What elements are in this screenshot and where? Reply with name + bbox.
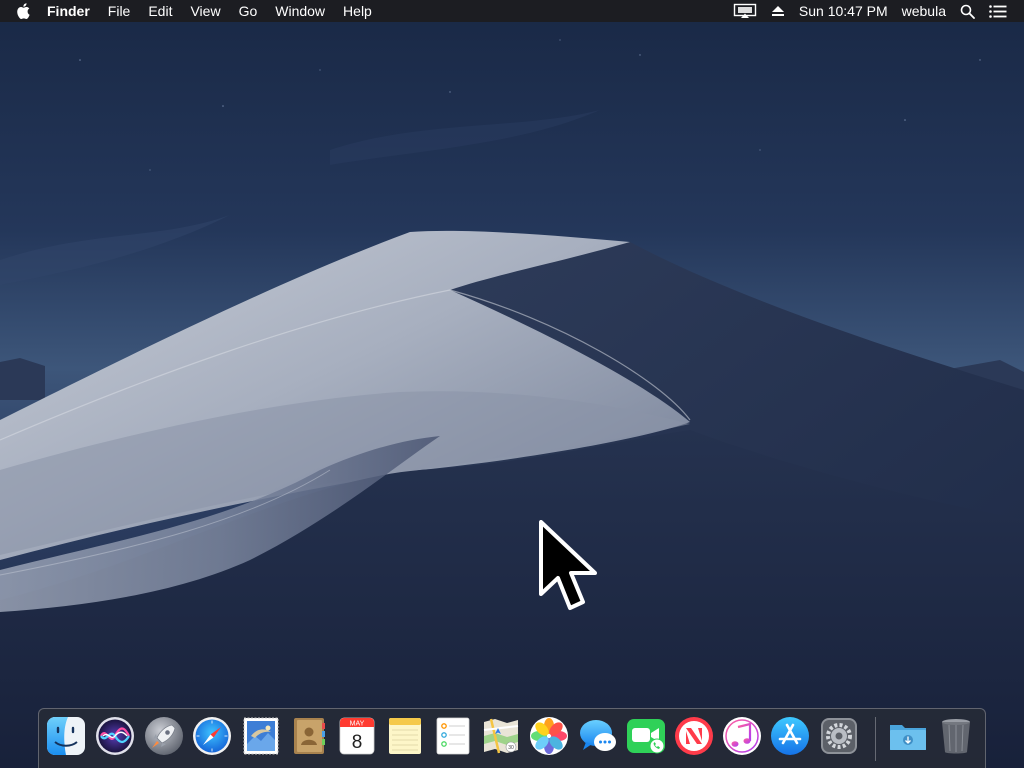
calendar-month: MAY: [350, 721, 365, 728]
dock-news[interactable]: [674, 716, 714, 756]
dock-calendar[interactable]: MAY 8: [337, 716, 377, 756]
dock-itunes[interactable]: [722, 716, 762, 756]
menu-go[interactable]: Go: [230, 0, 267, 22]
reminders-list-icon: [436, 717, 470, 755]
calendar-icon: MAY 8: [339, 717, 375, 755]
photos-flower-icon: [530, 717, 568, 755]
dock-launchpad[interactable]: [144, 716, 184, 756]
dock-mail[interactable]: [241, 716, 281, 756]
menu-help[interactable]: Help: [334, 0, 381, 22]
dock-maps[interactable]: 30: [481, 716, 521, 756]
menu-edit[interactable]: Edit: [139, 0, 181, 22]
menu-clock[interactable]: Sun 10:47 PM: [792, 0, 895, 22]
menu-bar: Finder File Edit View Go Window Help Sun…: [0, 0, 1024, 22]
dock-finder[interactable]: [46, 716, 86, 756]
dock-photos[interactable]: [529, 716, 569, 756]
dock-reminders[interactable]: [433, 716, 473, 756]
dock-app-store[interactable]: [770, 716, 810, 756]
dock-messages[interactable]: [578, 716, 618, 756]
app-store-icon: [771, 717, 809, 755]
menu-window[interactable]: Window: [266, 0, 334, 22]
dock-notes[interactable]: [385, 716, 425, 756]
messages-bubble-icon: [580, 720, 616, 751]
safari-compass-icon: [193, 717, 231, 755]
siri-icon: [96, 717, 134, 755]
menu-app-finder[interactable]: Finder: [38, 0, 99, 22]
facetime-camera-icon: [627, 719, 665, 754]
spotlight-search-icon[interactable]: [953, 4, 982, 19]
notes-icon: [389, 718, 421, 754]
dock-trash[interactable]: [936, 716, 976, 756]
mouse-cursor-icon: [539, 520, 597, 610]
desktop[interactable]: Finder File Edit View Go Window Help Sun…: [0, 0, 1024, 768]
dock-siri[interactable]: [95, 716, 135, 756]
finder-icon: [47, 717, 85, 755]
menu-view[interactable]: View: [181, 0, 229, 22]
dock-divider: [875, 717, 876, 761]
svg-text:30: 30: [508, 745, 514, 751]
dock-downloads-folder[interactable]: [888, 716, 928, 756]
notification-center-icon[interactable]: [982, 4, 1014, 18]
dock-contacts[interactable]: [289, 716, 329, 756]
itunes-music-note-icon: [723, 717, 761, 755]
dock: MAY 8 30: [38, 708, 986, 768]
downloads-folder-icon: [890, 725, 926, 750]
dock-facetime[interactable]: [626, 716, 666, 756]
desktop-wallpaper: [0, 0, 1024, 768]
apple-menu-icon[interactable]: [16, 2, 32, 20]
eject-icon[interactable]: [764, 5, 792, 17]
launchpad-rocket-icon: [145, 717, 183, 755]
maps-icon: 30: [483, 718, 519, 754]
news-icon: [675, 717, 713, 755]
menu-user[interactable]: webula: [895, 0, 953, 22]
dock-system-preferences[interactable]: [819, 716, 859, 756]
mail-stamp-icon: [243, 717, 279, 755]
menu-file[interactable]: File: [99, 0, 140, 22]
calendar-day: 8: [352, 732, 363, 753]
system-preferences-gear-icon: [821, 718, 857, 754]
trash-icon: [942, 719, 970, 754]
dock-safari[interactable]: [192, 716, 232, 756]
contacts-book-icon: [294, 718, 325, 754]
airplay-display-icon[interactable]: [726, 3, 764, 19]
